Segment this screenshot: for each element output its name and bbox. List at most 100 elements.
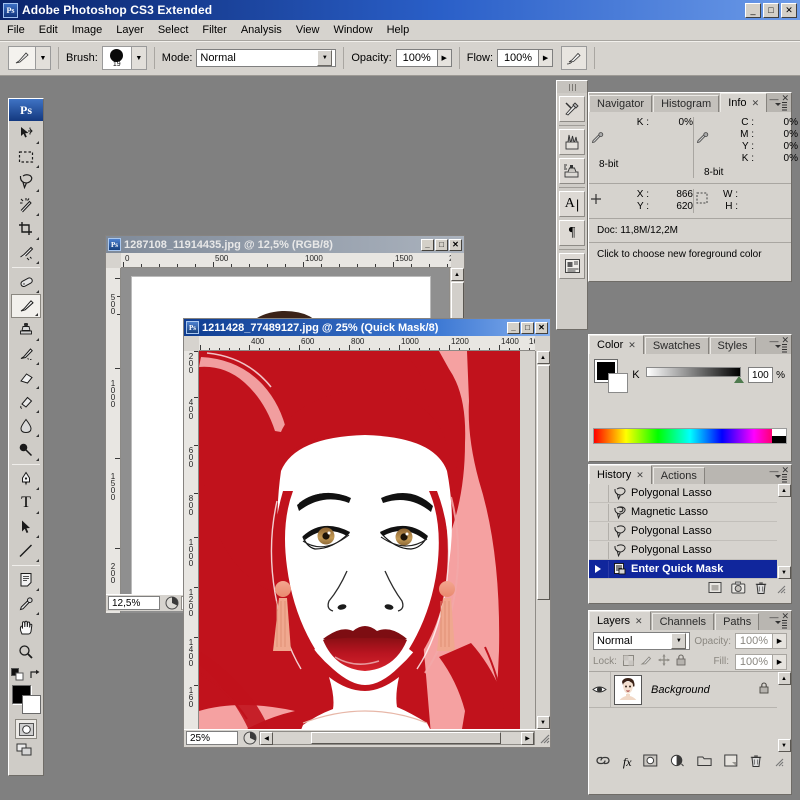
menu-window[interactable]: Window: [326, 22, 379, 38]
maximize-button[interactable]: □: [763, 2, 779, 18]
color-swatches[interactable]: [10, 685, 42, 715]
tab-histogram[interactable]: Histogram: [653, 95, 720, 112]
new-group-icon[interactable]: [697, 755, 712, 770]
dodge-tool[interactable]: [11, 438, 41, 462]
bg-minimize-button[interactable]: _: [421, 238, 434, 251]
history-palette-menu-icon[interactable]: [774, 473, 788, 484]
menu-file[interactable]: File: [0, 22, 32, 38]
doc-minimize-button[interactable]: _: [507, 321, 520, 334]
tab-navigator[interactable]: Navigator: [589, 95, 653, 112]
quick-mask-mode-button[interactable]: [15, 719, 37, 739]
layers-resize-grip[interactable]: [774, 757, 785, 768]
clone-source-icon[interactable]: [559, 158, 585, 184]
delete-icon[interactable]: [755, 581, 767, 598]
color-palette-menu-icon[interactable]: [774, 343, 788, 354]
menu-analysis[interactable]: Analysis: [234, 22, 289, 38]
opacity-value[interactable]: 100%: [395, 49, 438, 67]
blur-tool[interactable]: [11, 414, 41, 438]
tab-layers[interactable]: Layers ✕: [589, 611, 651, 630]
doc-vscroll-thumb[interactable]: [536, 365, 550, 600]
color-spectrum-ramp[interactable]: [593, 428, 787, 444]
menu-select[interactable]: Select: [151, 22, 196, 38]
layers-palette-menu-icon[interactable]: [774, 619, 788, 630]
eraser-tool[interactable]: [11, 366, 41, 390]
active-document-window[interactable]: Ps 1211428_77489127.jpg @ 25% (Quick Mas…: [183, 318, 551, 748]
tab-color[interactable]: Color ✕: [589, 335, 644, 354]
line-tool[interactable]: [11, 539, 41, 563]
layers-list[interactable]: Background: [589, 672, 777, 752]
magic-wand-tool[interactable]: [11, 193, 41, 217]
menu-image[interactable]: Image: [65, 22, 110, 38]
bg-maximize-button[interactable]: □: [435, 238, 448, 251]
doc-vertical-scrollbar[interactable]: ▲ ▼: [535, 351, 550, 729]
doc-scroll-thumb[interactable]: [311, 732, 501, 744]
close-button[interactable]: ✕: [781, 2, 797, 18]
doc-resize-grip[interactable]: [539, 733, 550, 744]
history-scrollbar[interactable]: ▲ ▼: [777, 484, 791, 579]
doc-scroll-up-arrow[interactable]: ▲: [536, 351, 550, 364]
lock-position-icon[interactable]: [658, 654, 670, 669]
menu-layer[interactable]: Layer: [109, 22, 151, 38]
delete-layer-icon[interactable]: [750, 754, 762, 771]
doc-zoom-level[interactable]: 25%: [186, 731, 238, 745]
brush-preset-well[interactable]: 19 ▼: [101, 46, 147, 70]
close-icon[interactable]: ✕: [635, 616, 643, 627]
tab-paths[interactable]: Paths: [715, 613, 760, 630]
bg-scroll-up-arrow[interactable]: ▲: [450, 268, 464, 281]
k-slider[interactable]: [645, 367, 744, 383]
close-icon[interactable]: ✕: [636, 470, 644, 481]
doc-canvas-area[interactable]: [199, 351, 520, 735]
layer-opacity-arrow[interactable]: ▶: [773, 633, 787, 649]
chevron-down-icon[interactable]: ▼: [671, 633, 687, 649]
new-document-icon[interactable]: [708, 581, 722, 597]
k-value-field[interactable]: 100: [747, 367, 774, 383]
close-icon[interactable]: ✕: [628, 340, 636, 351]
crop-tool[interactable]: [11, 217, 41, 241]
layer-thumbnail[interactable]: [614, 674, 642, 705]
menu-help[interactable]: Help: [380, 22, 417, 38]
clone-stamp-tool[interactable]: [11, 318, 41, 342]
flow-slider-arrow[interactable]: ▶: [539, 49, 554, 67]
menu-view[interactable]: View: [289, 22, 327, 38]
character-icon[interactable]: A |: [559, 191, 585, 217]
doc-maximize-button[interactable]: □: [521, 321, 534, 334]
dock-grip-handle[interactable]: [557, 81, 587, 93]
doc-info-icon[interactable]: [242, 731, 258, 746]
adjustment-layer-icon[interactable]: [670, 754, 685, 770]
new-snapshot-icon[interactable]: [731, 581, 746, 597]
brush-dropdown-arrow[interactable]: ▼: [130, 47, 146, 69]
list-item[interactable]: Enter Quick Mask: [589, 560, 777, 579]
layer-opacity-value[interactable]: 100%: [735, 633, 773, 649]
tab-actions[interactable]: Actions: [652, 467, 705, 484]
k-slider-thumb[interactable]: [733, 376, 744, 383]
tab-info[interactable]: Info ✕: [720, 93, 768, 112]
palette-background-swatch[interactable]: [608, 373, 628, 393]
history-source-checkbox[interactable]: [589, 522, 609, 540]
notes-tool[interactable]: [11, 568, 41, 592]
brushes-icon[interactable]: [559, 129, 585, 155]
history-scroll-down-arrow[interactable]: ▼: [777, 566, 791, 579]
chevron-down-icon[interactable]: ▼: [317, 50, 333, 66]
gradient-tool[interactable]: [11, 390, 41, 414]
bg-zoom-level[interactable]: 12,5%: [108, 596, 160, 610]
default-colors-icon[interactable]: [10, 668, 25, 682]
history-source-checkbox[interactable]: [589, 560, 609, 578]
brush-tool[interactable]: [11, 294, 41, 318]
paragraph-icon[interactable]: ¶: [559, 220, 585, 246]
bg-doc-info-icon[interactable]: [164, 596, 180, 611]
marquee-tool[interactable]: [11, 145, 41, 169]
move-tool[interactable]: [11, 121, 41, 145]
tab-swatches[interactable]: Swatches: [644, 337, 709, 354]
eyedropper-tool[interactable]: [11, 592, 41, 616]
new-layer-icon[interactable]: [724, 754, 738, 770]
menu-edit[interactable]: Edit: [32, 22, 65, 38]
slice-tool[interactable]: [11, 241, 41, 265]
lock-all-icon[interactable]: [676, 654, 686, 669]
tool-presets-icon[interactable]: [559, 96, 585, 122]
layer-style-icon[interactable]: fx: [623, 755, 632, 770]
history-source-checkbox[interactable]: [589, 541, 609, 559]
layer-blend-mode-select[interactable]: Normal ▼: [593, 632, 691, 650]
history-state-list[interactable]: Polygonal Lasso Magnetic Lasso Polygonal…: [589, 484, 777, 579]
link-layers-icon[interactable]: [595, 755, 611, 769]
doc-horizontal-scrollbar[interactable]: ◀ ▶: [259, 731, 535, 745]
